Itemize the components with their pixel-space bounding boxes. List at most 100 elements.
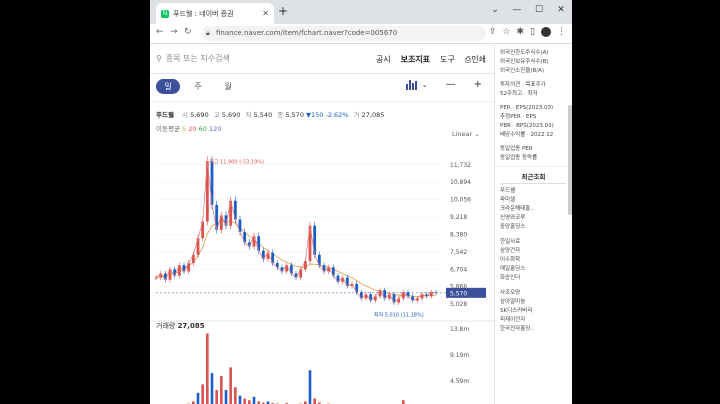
recent-item[interactable]: 중앙홀딩스 — [495, 223, 572, 232]
chart-type-icon[interactable] — [405, 79, 418, 90]
volume-label: 거 — [353, 111, 360, 119]
ma-120[interactable]: 120 — [209, 125, 221, 133]
tab-weekly[interactable]: 주 — [186, 79, 210, 94]
sidebar-icon[interactable]: ▯ — [530, 27, 535, 37]
chart-page: ⚲ 종목 또는 지수검색 공시 보조지표 도구 ⎙인쇄 일 주 월 ⌄ — + … — [150, 45, 494, 404]
bookmark-star-icon[interactable]: ☆ — [502, 27, 510, 37]
info-row: 52주최고 · 최저 — [500, 91, 538, 97]
dropdown-icon[interactable]: ⌄ — [484, 5, 506, 15]
stock-info-panel: 외국인한도주식수(A) 외국인보유주식수(B) 외국인소진율(B/A) 투자의견 · … — [494, 45, 572, 404]
chevron-down-icon[interactable]: ⌄ — [422, 81, 428, 89]
volume-bar — [234, 387, 237, 404]
nav-indicators[interactable]: 보조지표 — [401, 54, 430, 65]
share-icon[interactable]: ⇪ — [489, 27, 497, 37]
zoom-in-icon[interactable]: + — [474, 79, 482, 90]
candle-body — [154, 277, 158, 279]
price-chart[interactable]: 11,732 10,894 10,056 9,218 8,380 7,542 6,704 5,… — [150, 141, 494, 404]
recent-item[interactable]: 신영와코루 — [495, 214, 572, 223]
volume-bar — [248, 400, 251, 404]
y-tick-label: 6,704 — [450, 266, 467, 273]
volume-bar — [220, 375, 223, 404]
volume-bar — [196, 392, 200, 404]
volume-value: 27,085 — [361, 111, 385, 119]
url-text: finance.naver.com/item/fchart.naver?code… — [216, 29, 398, 37]
recent-item[interactable]: 한국전자홀딩.. — [495, 325, 572, 334]
url-field[interactable]: 🔒︎ finance.naver.com/item/fchart.naver?c… — [202, 26, 486, 41]
moving-average-line — [155, 220, 437, 297]
browser-tab[interactable]: N 푸드웰 : 네이버 증권 ✕ — [156, 3, 274, 24]
volume-bar — [402, 400, 405, 404]
profile-avatar[interactable] — [541, 27, 551, 37]
naver-favicon-icon: N — [161, 9, 169, 18]
scale-mode[interactable]: Linear ⌄ — [452, 130, 480, 138]
ma-20[interactable]: 20 — [188, 125, 196, 133]
volume-total: 27,085 — [177, 322, 205, 330]
high-value: 5,690 — [221, 111, 241, 119]
chart-controls: ⌄ — + — [405, 79, 482, 90]
info-row: 동일업종 등락률 — [500, 155, 538, 161]
volume-tick-label: 4.59m — [450, 378, 469, 385]
volume-bar — [229, 367, 232, 404]
info-row: 배당수익률 · 2022.12 — [500, 132, 554, 138]
search-placeholder: 종목 또는 지수검색 — [165, 54, 230, 63]
volume-title: 거래량 — [156, 322, 176, 330]
change-value: ▼150 -2.62% — [306, 111, 349, 119]
recent-item[interactable]: 삼양건자 — [495, 247, 572, 256]
y-tick-label: 8,380 — [450, 231, 467, 238]
quote-bar: 푸드웰 시 5,690 고 5,690 저 5,540 종 5,570 ▼150… — [156, 109, 384, 119]
recent-item[interactable]: 매일홀딩스 — [495, 265, 572, 274]
close-value: 5,570 — [285, 111, 304, 119]
nav-disclosure[interactable]: 공시 — [376, 54, 391, 65]
recent-item[interactable]: 이수화학 — [495, 256, 572, 265]
stock-search[interactable]: ⚲ 종목 또는 지수검색 — [156, 53, 230, 64]
recent-item[interactable]: 화승인더 — [495, 274, 572, 283]
info-row: 외국인한도주식수(A) — [500, 50, 549, 56]
info-row: 동일업종 PER — [500, 146, 533, 152]
info-row: 투자의견 · 목표주가 — [500, 82, 546, 88]
close-window-icon[interactable]: ✕ — [550, 5, 572, 15]
volume-bar — [215, 390, 218, 404]
info-row: PBR · BPS(2023.03) — [500, 123, 554, 129]
new-tab-icon[interactable]: + — [278, 4, 288, 18]
recent-item[interactable]: 푸드웰 — [495, 187, 572, 196]
reload-icon[interactable]: ↻ — [184, 27, 192, 37]
maximize-icon[interactable]: ☐ — [528, 5, 550, 15]
zoom-out-icon[interactable]: — — [446, 79, 456, 90]
info-row: 추정PER · EPS — [500, 114, 537, 120]
low-value: 5,540 — [253, 111, 273, 119]
tab-monthly[interactable]: 월 — [216, 79, 240, 94]
recent-item[interactable]: SK디스커버리 — [495, 307, 572, 316]
volume-bar — [243, 398, 246, 404]
close-tab-icon[interactable]: ✕ — [262, 9, 269, 18]
tab-daily[interactable]: 일 — [156, 79, 180, 94]
min-annotation: 최저 5,010 (11.18%) — [374, 312, 424, 319]
nav-tools[interactable]: 도구 — [440, 54, 455, 65]
recent-item[interactable]: 한일사료 — [495, 238, 572, 247]
info-row: 외국인소진율(B/A) — [500, 68, 545, 74]
recent-item[interactable]: 크라운해태홀.. — [495, 205, 572, 214]
address-bar-row: ← → ↻ 🔒︎ finance.naver.com/item/fchart.n… — [150, 24, 572, 44]
nav-print[interactable]: ⎙인쇄 — [465, 54, 486, 65]
y-tick-label: 5,028 — [450, 301, 467, 308]
recent-list: 푸드웰 파미셀 크라운해태홀.. 신영와코루 중앙홀딩스한일사료 삼양건자 이수화학 매일홀딩… — [495, 187, 572, 334]
window-controls: ⌄ — ☐ ✕ — [484, 0, 572, 20]
y-tick-label: 9,218 — [450, 214, 467, 221]
forward-icon[interactable]: → — [170, 27, 178, 37]
back-icon[interactable]: ← — [156, 27, 164, 37]
scrollbar[interactable] — [568, 105, 572, 215]
recent-item[interactable]: 피제이전자 — [495, 316, 572, 325]
recent-item[interactable]: 사조오양 — [495, 289, 572, 298]
recent-item[interactable]: 파미셀 — [495, 196, 572, 205]
ma-60[interactable]: 60 — [199, 125, 207, 133]
info-row: PER · EPS(2023.03) — [500, 105, 554, 111]
toolbar-icons: ⇪ ☆ ✱ ▯ ⋮ — [489, 27, 566, 37]
volume-bar — [224, 390, 228, 404]
ma-5[interactable]: 5 — [182, 125, 186, 133]
volume-legend: 거래량 27,085 — [156, 321, 205, 331]
volume-tick-label: 9.19m — [450, 352, 469, 359]
browser-window: N 푸드웰 : 네이버 증권 ✕ + ⌄ — ☐ ✕ ← → ↻ 🔒︎ fina… — [150, 0, 572, 404]
menu-icon[interactable]: ⋮ — [557, 27, 566, 37]
extensions-icon[interactable]: ✱ — [517, 27, 525, 37]
minimize-icon[interactable]: — — [506, 5, 528, 15]
recent-item[interactable]: 삼아알미늄 — [495, 298, 572, 307]
